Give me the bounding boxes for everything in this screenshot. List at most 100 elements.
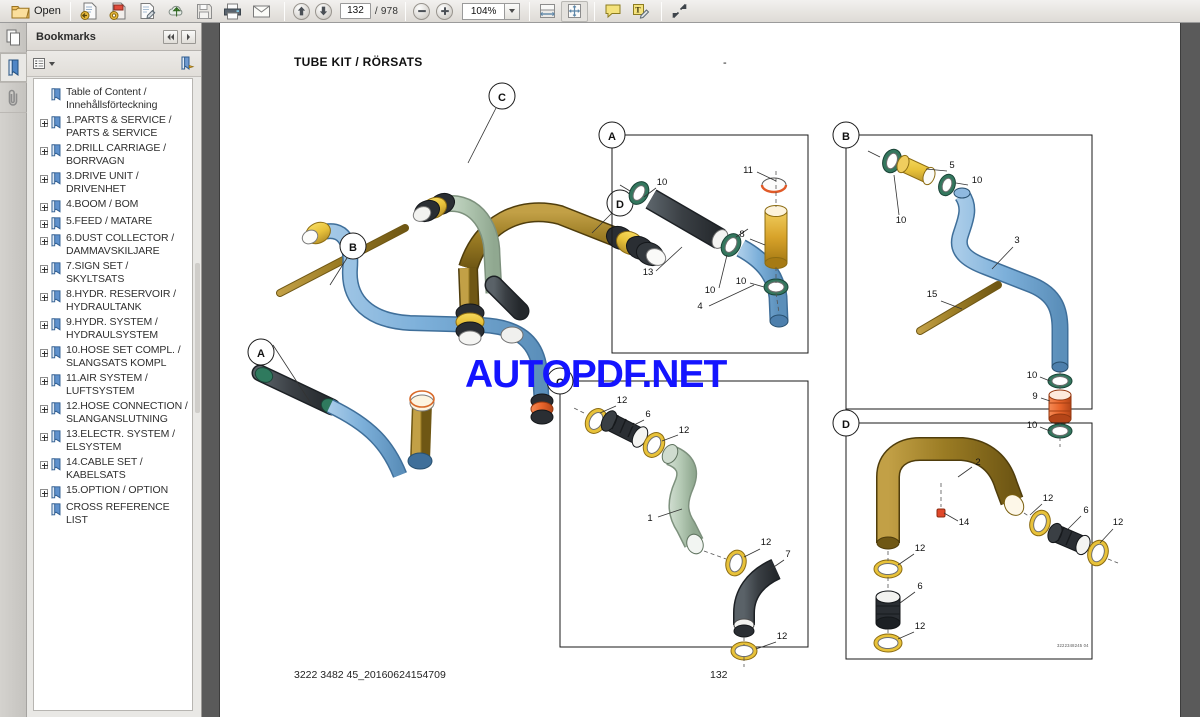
bookmark-item[interactable]: 11.AIR SYSTEM / LUFTSYSTEM (36, 371, 190, 399)
current-page-input[interactable]: 132 (339, 3, 371, 19)
save-button[interactable] (191, 1, 218, 22)
bookmark-item[interactable]: 6.DUST COLLECTOR / DAMMAVSKILJARE (36, 231, 190, 259)
upload-cloud-button[interactable] (162, 1, 191, 22)
svg-text:A: A (257, 348, 265, 360)
bookmark-options-button[interactable] (33, 57, 55, 70)
expand-bookmark-icon[interactable] (38, 459, 49, 470)
plus-icon (440, 7, 449, 15)
svg-text:12: 12 (679, 425, 690, 436)
bookmark-icon (50, 88, 62, 101)
bookmark-item[interactable]: 10.HOSE SET COMPL. / SLANGSATS KOMPL (36, 343, 190, 371)
bookmark-item[interactable]: 12.HOSE CONNECTION / SLANGANSLUTNING (36, 399, 190, 427)
toolbar-separator-3 (405, 1, 407, 21)
bookmarks-scrollbar-thumb[interactable] (195, 263, 200, 413)
highlight-text-icon: T (633, 4, 650, 19)
bookmark-icon (50, 430, 62, 443)
attachments-button[interactable] (0, 83, 27, 113)
document-viewport[interactable]: TUBE KIT / RÖRSATS - A B C D A 10 13 10 … (203, 23, 1200, 717)
bookmark-item[interactable]: 8.HYDR. RESERVOIR / HYDRAULTANK (36, 287, 190, 315)
bookmark-item[interactable]: 9.HYDR. SYSTEM / HYDRAULSYSTEM (36, 315, 190, 343)
expand-arrows-icon (672, 3, 687, 19)
expand-bookmark-icon[interactable] (38, 319, 49, 330)
collapse-panel-button[interactable] (163, 29, 178, 44)
bookmark-icon (50, 234, 62, 247)
expand-bookmark-icon[interactable] (38, 375, 49, 386)
svg-text:11: 11 (743, 165, 753, 176)
expand-bookmark-icon[interactable] (38, 173, 49, 184)
pdf-reader-window: Open 132 / 978 104% T Bookmarks Table of… (0, 0, 1200, 717)
zoom-level-control[interactable]: 104% (462, 2, 521, 20)
bookmark-item[interactable]: 5.FEED / MATARE (36, 214, 190, 231)
bookmark-item[interactable]: 1.PARTS & SERVICE / PARTS & SERVICE (36, 113, 190, 141)
bookmark-item[interactable]: 4.BOOM / BOM (36, 197, 190, 214)
bookmark-item[interactable]: Table of Content / Innehållsförteckning (36, 85, 190, 113)
svg-text:C: C (498, 92, 506, 104)
combine-files-icon (109, 2, 126, 20)
fit-page-icon (568, 4, 582, 18)
fullscreen-button[interactable] (666, 1, 693, 22)
expand-bookmark-icon[interactable] (38, 218, 49, 229)
bookmark-item[interactable]: 3.DRIVE UNIT / DRIVENHET (36, 169, 190, 197)
expand-bookmark-icon[interactable] (38, 201, 49, 212)
toolbar-separator-2 (283, 1, 285, 21)
expand-panel-button[interactable] (181, 29, 196, 44)
highlight-text-button[interactable]: T (627, 1, 655, 22)
bookmark-icon (50, 458, 62, 471)
expand-bookmark-icon[interactable] (38, 291, 49, 302)
collapse-left-icon (167, 33, 174, 40)
create-pdf-button[interactable] (75, 1, 104, 22)
bookmark-item[interactable]: 14.CABLE SET / KABELSATS (36, 455, 190, 483)
svg-text:B: B (842, 131, 850, 143)
print-button[interactable] (218, 1, 247, 22)
fit-page-button[interactable] (561, 0, 589, 22)
svg-text:12: 12 (761, 537, 772, 548)
page-thumbnails-button[interactable] (0, 23, 27, 53)
previous-page-button[interactable] (292, 2, 310, 20)
bookmarks-panel-header: Bookmarks (27, 23, 201, 51)
bookmark-icon (50, 144, 62, 157)
expand-bookmark-icon[interactable] (38, 263, 49, 274)
bookmark-item[interactable]: 2.DRILL CARRIAGE / BORRVAGN (36, 141, 190, 169)
svg-text:9: 9 (1032, 391, 1037, 402)
zoom-out-button[interactable] (413, 2, 431, 20)
zoom-dropdown-button[interactable] (504, 2, 521, 20)
open-button-label: Open (34, 5, 61, 17)
open-button[interactable]: Open (6, 1, 66, 22)
bellows-9 (1048, 389, 1072, 425)
zoom-level-input[interactable]: 104% (462, 2, 505, 20)
bookmark-icon (50, 346, 62, 359)
sleeve-5 (896, 154, 936, 186)
expand-bookmark-icon[interactable] (38, 403, 49, 414)
bookmark-item[interactable]: CROSS REFERENCE LIST (36, 500, 190, 528)
svg-text:D: D (616, 199, 624, 211)
expand-bookmark-icon[interactable] (38, 431, 49, 442)
bookmark-item-label: 3.DRIVE UNIT / DRIVENHET (66, 170, 139, 195)
email-button[interactable] (247, 1, 276, 22)
svg-text:10: 10 (657, 177, 668, 188)
toolbar-separator (69, 1, 71, 21)
next-page-button[interactable] (314, 2, 332, 20)
bookmarks-button[interactable] (0, 53, 27, 83)
expand-bookmark-icon[interactable] (38, 117, 49, 128)
expand-bookmark-icon[interactable] (38, 145, 49, 156)
bookmark-icon (50, 374, 62, 387)
bookmark-item[interactable]: 7.SIGN SET / SKYLTSATS (36, 259, 190, 287)
toolbar-separator-6 (661, 1, 663, 21)
svg-text:12: 12 (617, 395, 628, 406)
navigation-rail (0, 23, 27, 717)
fit-width-button[interactable] (534, 1, 561, 22)
combine-files-button[interactable] (104, 1, 133, 22)
expand-bookmark-icon[interactable] (38, 347, 49, 358)
add-sticky-note-button[interactable] (599, 1, 627, 22)
expand-bookmark-icon[interactable] (38, 235, 49, 246)
new-bookmark-button[interactable] (180, 56, 195, 71)
bookmarks-list[interactable]: Table of Content / Innehållsförteckning 1… (33, 78, 193, 711)
page-title: TUBE KIT / RÖRSATS (294, 55, 423, 69)
bookmark-item[interactable]: 13.ELECTR. SYSTEM / ELSYSTEM (36, 427, 190, 455)
toolbar-separator-5 (594, 1, 596, 21)
zoom-in-button[interactable] (436, 2, 454, 20)
bookmark-item[interactable]: 15.OPTION / OPTION (36, 483, 190, 500)
expand-bookmark-icon[interactable] (38, 487, 49, 498)
bookmark-item-label: 7.SIGN SET / SKYLTSATS (66, 260, 129, 285)
edit-pdf-button[interactable] (133, 1, 162, 22)
